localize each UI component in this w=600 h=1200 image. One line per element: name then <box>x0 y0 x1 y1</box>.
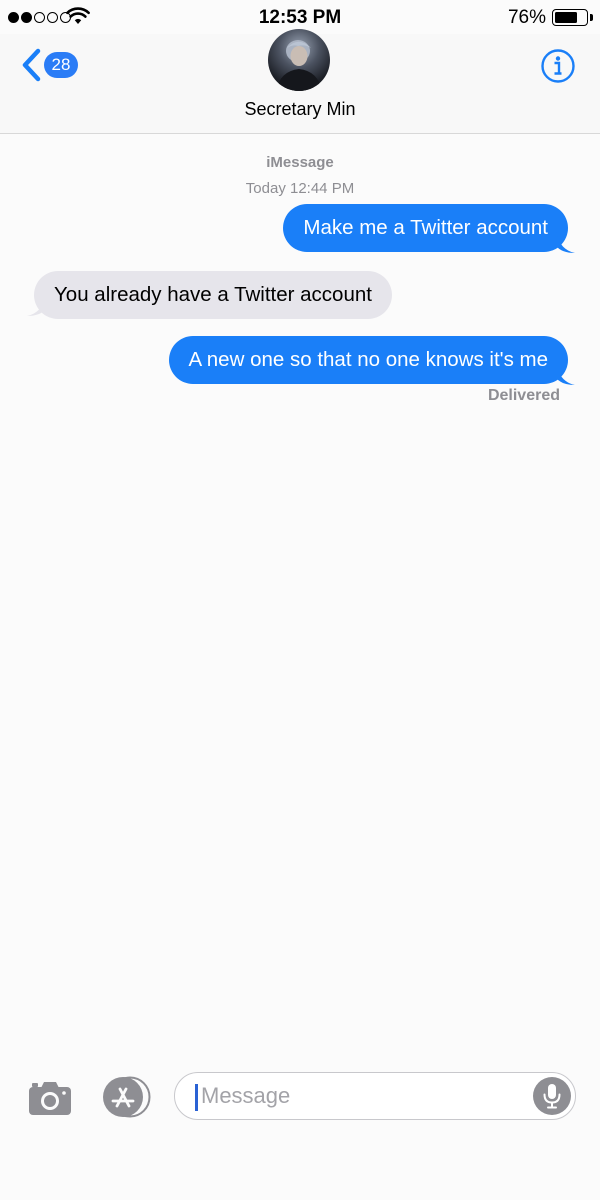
message-bubble-outgoing[interactable]: A new one so that no one knows it's me <box>168 336 568 384</box>
contact-name[interactable]: Secretary Min <box>0 99 600 120</box>
bubble-tail <box>27 295 46 316</box>
back-button[interactable]: 28 <box>20 48 78 82</box>
conversation-timestamp: Today 12:44 PM <box>245 180 355 197</box>
battery-icon <box>552 9 588 26</box>
bubble-tail <box>556 232 575 253</box>
battery-level <box>555 12 577 23</box>
battery-percentage: 76% <box>507 7 546 28</box>
message-bubble-incoming[interactable]: You already have a Twitter account <box>34 271 392 319</box>
message-input[interactable]: Message <box>174 1072 576 1120</box>
conversation-header: 28 Secretary Min <box>0 29 600 134</box>
messages-screen: 12:53 PM 76% 28 Secretary Min iMessage T… <box>0 0 600 1200</box>
back-chevron-icon <box>22 48 41 82</box>
compose-bar: Message <box>0 1064 600 1134</box>
message-text: A new one so that no one knows it's me <box>188 348 548 371</box>
delivery-status: Delivered <box>487 387 560 404</box>
message-bubble-outgoing[interactable]: Make me a Twitter account <box>283 204 568 252</box>
contact-avatar[interactable] <box>268 29 330 91</box>
message-placeholder: Message <box>201 1083 291 1108</box>
camera-icon[interactable] <box>28 1080 72 1116</box>
app-store-icon[interactable] <box>100 1076 154 1118</box>
message-text: Make me a Twitter account <box>303 216 548 239</box>
service-label: iMessage <box>266 154 334 171</box>
microphone-icon <box>543 1084 561 1109</box>
microphone-button[interactable] <box>533 1077 571 1115</box>
message-text: You already have a Twitter account <box>54 283 372 306</box>
bubble-tail <box>556 364 575 385</box>
battery-cap <box>590 14 593 21</box>
text-cursor <box>195 1084 198 1111</box>
info-icon[interactable] <box>540 48 576 84</box>
unread-count-badge: 28 <box>44 52 78 78</box>
avatar-photo <box>276 40 322 91</box>
